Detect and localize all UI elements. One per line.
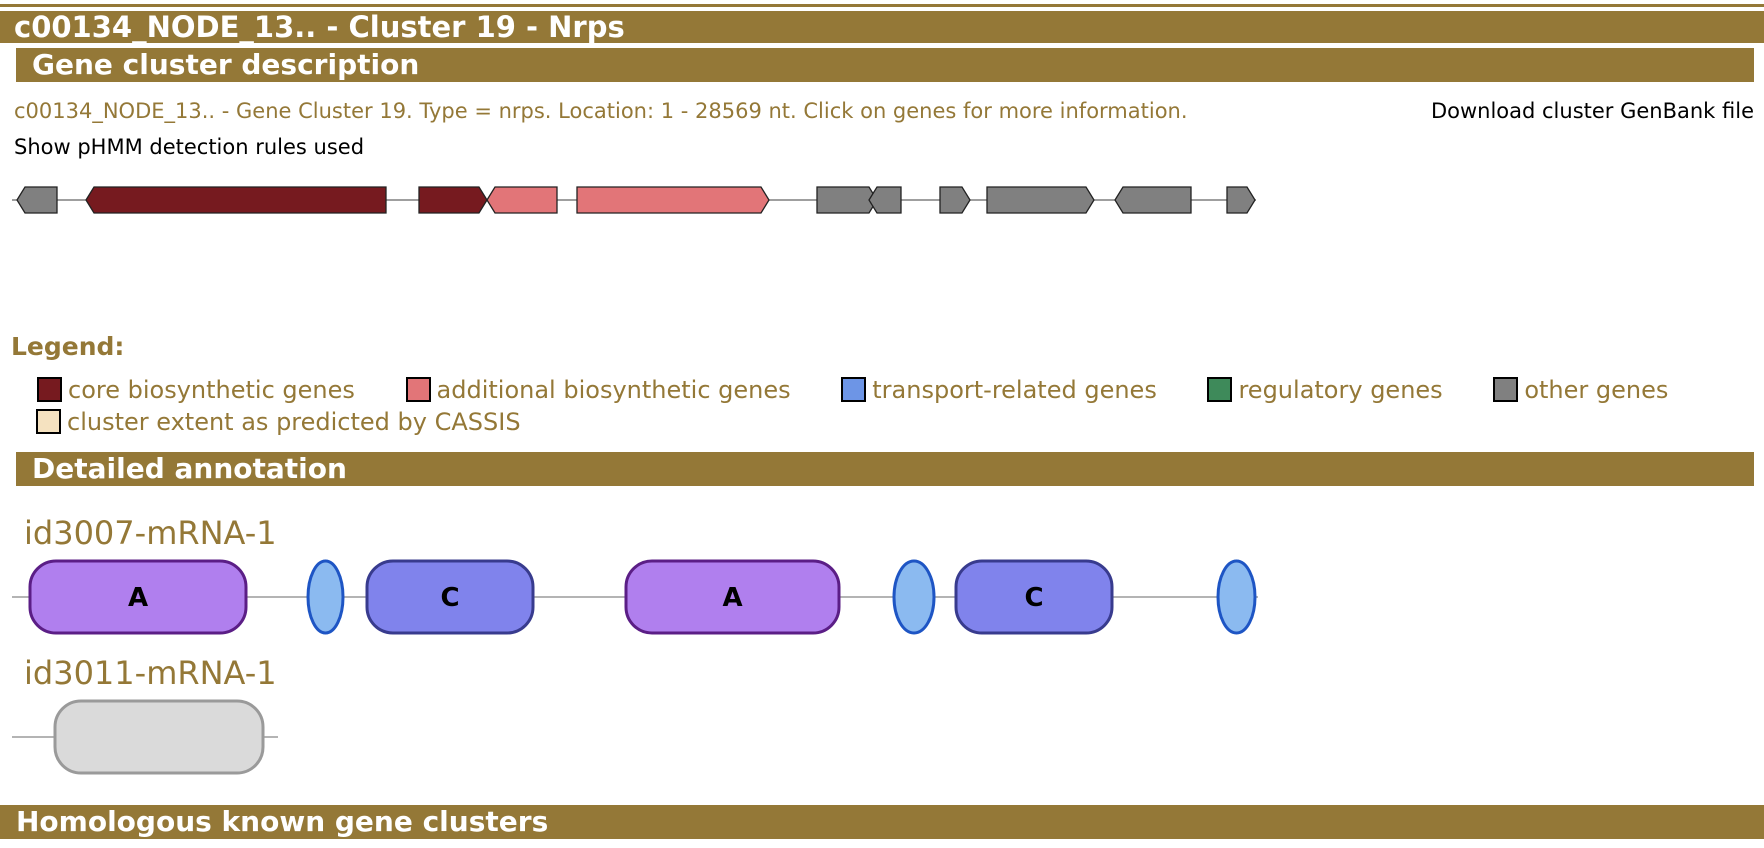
legend-label-regulatory: regulatory genes (1238, 376, 1443, 404)
legend-swatch-cassis (36, 409, 61, 434)
show-phmm-rules-link[interactable]: Show pHMM detection rules used (14, 135, 364, 159)
cluster-title: c00134_NODE_13.. - Cluster 19 - Nrps (0, 11, 1764, 43)
domain-adenylation[interactable]: A (624, 559, 841, 635)
mrna-label-id3007: id3007-mRNA-1 (24, 514, 277, 552)
domain-label: A (722, 583, 742, 613)
legend-swatch-additional (405, 377, 431, 402)
gene-arrow-10[interactable] (1114, 186, 1192, 214)
domain-label: C (440, 583, 459, 613)
domain-shape (1216, 559, 1257, 635)
domain-condensation[interactable]: C (954, 559, 1114, 635)
domain-pcp[interactable] (1216, 559, 1257, 635)
domain-condensation[interactable]: C (365, 559, 535, 635)
legend-swatch-regulatory (1207, 377, 1233, 402)
legend-item-core: core biosynthetic genes (11, 376, 355, 404)
download-genbank-link[interactable]: Download cluster GenBank file (1431, 99, 1754, 123)
mrna-label-id3011: id3011-mRNA-1 (24, 654, 277, 692)
gene-arrow-6[interactable] (816, 186, 878, 214)
gene-arrow-2[interactable] (85, 186, 387, 214)
legend-item-regulatory: regulatory genes (1182, 376, 1443, 404)
legend-item-transport: transport-related genes (816, 376, 1157, 404)
legend-item-other: other genes (1468, 376, 1668, 404)
cluster-description-text: c00134_NODE_13.. - Gene Cluster 19. Type… (14, 99, 1188, 123)
domain-shape (892, 559, 936, 635)
legend-label-core: core biosynthetic genes (68, 376, 355, 404)
section-homologous-gene-clusters: Homologous known gene clusters (0, 805, 1764, 839)
gene-arrow-1[interactable] (16, 186, 58, 214)
legend: core biosynthetic genes additional biosy… (11, 374, 1751, 438)
gene-arrow-4[interactable] (486, 186, 558, 214)
section-gene-cluster-description: Gene cluster description (16, 48, 1754, 82)
legend-label-cassis: cluster extent as predicted by CASSIS (67, 408, 521, 436)
domain-shape (306, 559, 345, 635)
gene-arrow-8[interactable] (939, 186, 971, 214)
legend-swatch-transport (841, 377, 867, 402)
gene-arrow-7[interactable] (868, 186, 902, 214)
legend-label-transport: transport-related genes (872, 376, 1157, 404)
legend-item-cassis: cluster extent as predicted by CASSIS (11, 408, 521, 436)
domain-label: C (1024, 583, 1043, 613)
cluster-page: c00134_NODE_13.. - Cluster 19 - Nrps Gen… (0, 0, 1764, 848)
domain-track-id3007: ACAC (12, 559, 1258, 635)
domain-pcp[interactable] (306, 559, 345, 635)
legend-swatch-core (37, 377, 62, 402)
top-rule (0, 4, 1764, 7)
gene-arrow-9[interactable] (986, 186, 1095, 214)
domain-other[interactable] (53, 699, 265, 775)
legend-title: Legend: (11, 332, 125, 361)
domain-track-id3011 (12, 699, 278, 775)
section-detailed-annotation: Detailed annotation (16, 452, 1754, 486)
domain-label: A (128, 583, 148, 613)
legend-item-additional: additional biosynthetic genes (381, 376, 791, 404)
domain-shape (53, 699, 265, 775)
domain-adenylation[interactable]: A (28, 559, 248, 635)
legend-label-other: other genes (1524, 376, 1669, 404)
gene-arrow-5[interactable] (576, 186, 770, 214)
legend-label-additional: additional biosynthetic genes (436, 376, 791, 404)
legend-swatch-other (1493, 377, 1519, 402)
gene-arrow-11[interactable] (1226, 186, 1256, 214)
gene-arrow-3[interactable] (418, 186, 488, 214)
domain-pcp[interactable] (892, 559, 936, 635)
cluster-gene-map (12, 186, 1256, 214)
